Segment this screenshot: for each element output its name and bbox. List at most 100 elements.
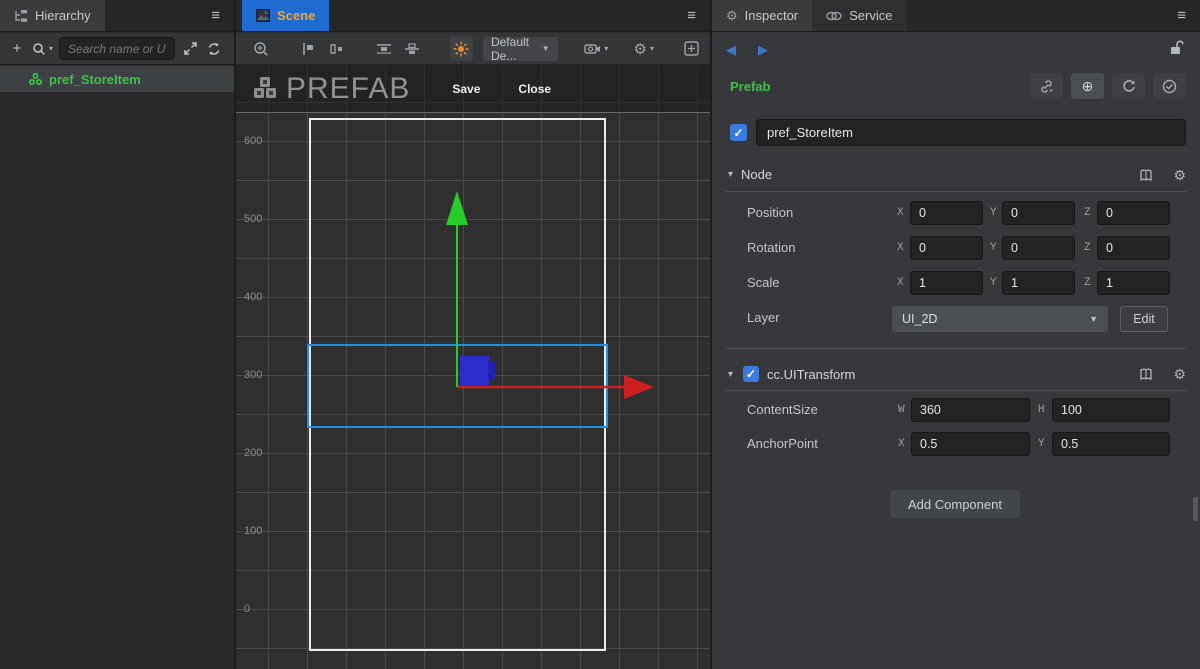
sun-icon	[453, 41, 469, 57]
inspector-panel-menu-icon[interactable]: ≡	[1163, 0, 1200, 31]
rotation-row: Rotation X Y Z	[712, 236, 1200, 262]
editor-window: Hierarchy ≡ + ▾	[0, 0, 1200, 669]
lock-inspector-button[interactable]	[1169, 40, 1184, 60]
search-icon	[32, 42, 46, 56]
hierarchy-panel-menu-icon[interactable]: ≡	[197, 0, 234, 31]
refresh-button[interactable]	[205, 38, 223, 60]
inspector-tabbar: ⚙ Inspector Service ≡	[712, 0, 1200, 32]
expand-all-button[interactable]	[181, 38, 199, 60]
position-y-input[interactable]	[1002, 201, 1075, 225]
scene-panel-menu-icon[interactable]: ≡	[673, 0, 710, 31]
anchorpoint-x-input[interactable]	[911, 432, 1030, 456]
locate-target-icon: ⊕	[1082, 78, 1094, 95]
uitransform-section-title: cc.UITransform	[767, 367, 855, 382]
node-name-input[interactable]	[756, 119, 1186, 146]
prefab-mode-title: PREFAB	[286, 72, 410, 106]
contentsize-h-input[interactable]	[1052, 398, 1170, 422]
anchorpoint-y-input[interactable]	[1052, 432, 1170, 456]
align-center-h-button[interactable]	[327, 38, 345, 60]
rotation-y-input[interactable]	[1002, 236, 1075, 260]
camera-settings-button[interactable]: ▾	[587, 38, 606, 60]
search-filter-caret-icon: ▾	[49, 44, 53, 53]
uitransform-section-icons: ⚙	[1139, 366, 1186, 383]
gizmo-xy-plane-handle-edge[interactable]	[488, 362, 495, 379]
camera-settings-caret-icon: ▾	[604, 44, 608, 53]
history-back-button[interactable]: ◀	[726, 42, 736, 58]
layer-select-value: UI_2D	[902, 312, 937, 326]
node-collapse-caret-icon[interactable]: ▾	[728, 169, 733, 180]
prefab-close-button[interactable]: Close	[508, 82, 561, 96]
inspector-nav: ◀ ▶	[726, 42, 768, 58]
prefab-unlink-button[interactable]	[1030, 73, 1063, 99]
node-active-checkbox[interactable]: ✓	[730, 124, 747, 141]
axis-w-label: W	[898, 398, 905, 422]
scene-viewport[interactable]: 600 500 400 300 200 100 0	[236, 65, 710, 669]
tab-scene[interactable]: Scene	[242, 0, 329, 31]
uitransform-section-header[interactable]: ▾ ✓ cc.UITransform	[728, 366, 855, 382]
unlock-icon	[1169, 40, 1184, 55]
node-gear-icon[interactable]: ⚙	[1173, 167, 1186, 184]
add-component-button[interactable]: Add Component	[890, 490, 1020, 518]
position-x-input[interactable]	[910, 201, 983, 225]
unlink-icon	[1039, 79, 1054, 94]
layout-grid-button[interactable]	[682, 38, 700, 60]
uitransform-gear-icon[interactable]: ⚙	[1173, 366, 1186, 383]
prefab-apply-button[interactable]	[1153, 73, 1186, 99]
history-forward-button[interactable]: ▶	[758, 42, 768, 58]
rotation-x-input[interactable]	[910, 236, 983, 260]
inspector-gear-icon: ⚙	[726, 8, 738, 24]
uitransform-collapse-caret-icon[interactable]: ▾	[728, 369, 733, 380]
contentsize-label: ContentSize	[747, 398, 818, 422]
node-section-title: Node	[741, 167, 772, 182]
scene-tabbar: Scene ≡	[236, 0, 710, 32]
prefab-restore-button[interactable]	[1112, 73, 1145, 99]
hierarchy-tabbar: Hierarchy ≡	[0, 0, 234, 32]
position-z-input[interactable]	[1097, 201, 1170, 225]
camera-view-dropdown[interactable]: Default De... ▼	[483, 37, 558, 61]
tab-inspector-label: Inspector	[745, 8, 798, 23]
search-filter-button[interactable]: ▾	[32, 38, 53, 60]
hierarchy-search-input[interactable]	[59, 37, 175, 60]
align-middle-v-button[interactable]	[403, 38, 421, 60]
scene-settings-button[interactable]: ⚙ ▾	[635, 38, 653, 60]
scale-x-input[interactable]	[910, 271, 983, 295]
rotation-label: Rotation	[747, 236, 795, 260]
check-icon: ✓	[733, 126, 743, 140]
create-node-button[interactable]: +	[8, 38, 26, 60]
gear-icon: ⚙	[634, 40, 647, 58]
prefab-actions: ⊕	[1030, 73, 1186, 99]
prefab-locate-button[interactable]: ⊕	[1071, 73, 1104, 99]
prefab-save-button[interactable]: Save	[442, 82, 490, 96]
gizmo-x-axis-arrowhead[interactable]	[624, 375, 654, 399]
tab-service[interactable]: Service	[812, 0, 906, 31]
zoom-tool-button[interactable]	[252, 38, 270, 60]
gizmo-light-button[interactable]	[450, 36, 473, 61]
scale-z-input[interactable]	[1097, 271, 1170, 295]
uitransform-enabled-checkbox[interactable]: ✓	[743, 366, 759, 382]
position-label: Position	[747, 201, 793, 225]
layer-select[interactable]: UI_2D ▼	[892, 306, 1108, 332]
tab-hierarchy[interactable]: Hierarchy	[0, 0, 105, 31]
inspector-scrollbar[interactable]	[1193, 497, 1198, 521]
gizmo-y-axis-arrowhead[interactable]	[446, 191, 468, 225]
align-left-button[interactable]	[299, 38, 317, 60]
divider	[726, 191, 1186, 192]
uitransform-help-book-icon[interactable]	[1139, 366, 1153, 383]
inspector-panel: ⚙ Inspector Service ≡ ◀ ▶ Prefab	[710, 0, 1200, 669]
layer-edit-button[interactable]: Edit	[1120, 306, 1168, 332]
anchorpoint-label: AnchorPoint	[747, 432, 818, 456]
node-help-book-icon[interactable]	[1139, 167, 1153, 184]
prefab-mode-banner: PREFAB Save Close	[236, 65, 710, 113]
prefab-cubes-icon	[250, 75, 280, 103]
scale-y-input[interactable]	[1002, 271, 1075, 295]
gizmo-xy-plane-handle[interactable]	[460, 356, 489, 385]
node-section-header[interactable]: ▾ Node	[728, 167, 772, 182]
check-circle-icon	[1162, 79, 1177, 94]
align-top-button[interactable]	[375, 38, 393, 60]
tab-scene-label: Scene	[277, 8, 315, 23]
tree-item-pref-storeitem[interactable]: pref_StoreItem	[0, 66, 234, 92]
rotation-z-input[interactable]	[1097, 236, 1170, 260]
contentsize-w-input[interactable]	[911, 398, 1030, 422]
tab-inspector[interactable]: ⚙ Inspector	[712, 0, 812, 31]
expand-arrows-icon	[184, 42, 197, 55]
